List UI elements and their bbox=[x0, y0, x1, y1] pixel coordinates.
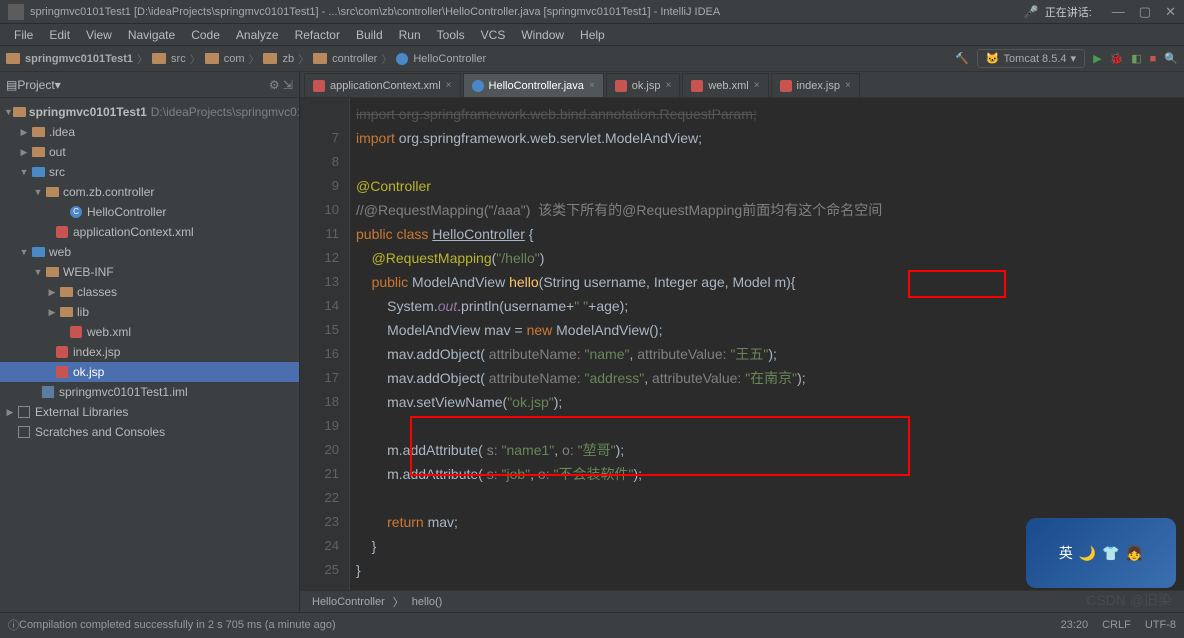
line-separator[interactable]: CRLF bbox=[1102, 619, 1131, 631]
tree-selected: ok.jsp bbox=[0, 362, 299, 382]
menu-navigate[interactable]: Navigate bbox=[122, 26, 181, 44]
code-content[interactable]: import org.springframework.web.bind.anno… bbox=[350, 98, 1184, 590]
debug-button[interactable]: 🐞 bbox=[1110, 52, 1124, 65]
breadcrumb-project[interactable]: springmvc0101Test1 bbox=[25, 53, 133, 65]
search-button[interactable]: 🔍 bbox=[1164, 52, 1178, 65]
tab-webxml[interactable]: web.xml× bbox=[682, 73, 768, 97]
caret-position[interactable]: 23:20 bbox=[1061, 619, 1089, 631]
app-icon bbox=[8, 4, 24, 20]
menu-file[interactable]: File bbox=[8, 26, 39, 44]
build-button[interactable]: 🔨 bbox=[955, 52, 969, 65]
menu-window[interactable]: Window bbox=[515, 26, 570, 44]
folder-icon bbox=[6, 53, 20, 64]
status-message: Compilation completed successfully in 2 … bbox=[19, 619, 1061, 631]
editor-breadcrumb[interactable]: HelloController〉hello() bbox=[300, 590, 1184, 612]
menu-edit[interactable]: Edit bbox=[43, 26, 76, 44]
tab-appcontext[interactable]: applicationContext.xml× bbox=[304, 73, 461, 97]
menu-build[interactable]: Build bbox=[350, 26, 389, 44]
menu-analyze[interactable]: Analyze bbox=[230, 26, 285, 44]
tomcat-icon: 🐱 bbox=[986, 52, 1000, 65]
menu-run[interactable]: Run bbox=[393, 26, 427, 44]
close-button[interactable]: ✕ bbox=[1165, 4, 1176, 20]
mic-icon: 🎤 bbox=[1024, 5, 1039, 19]
status-icon: ⓘ bbox=[8, 617, 19, 633]
menu-refactor[interactable]: Refactor bbox=[289, 26, 346, 44]
menu-tools[interactable]: Tools bbox=[431, 26, 471, 44]
window-title: springmvc0101Test1 [D:\ideaProjects\spri… bbox=[30, 6, 1024, 18]
menu-bar: File Edit View Navigate Code Analyze Ref… bbox=[0, 24, 1184, 46]
stop-button[interactable]: ■ bbox=[1150, 53, 1157, 65]
menu-help[interactable]: Help bbox=[574, 26, 611, 44]
code-editor[interactable]: 78910111213141516171819202122232425 impo… bbox=[300, 98, 1184, 590]
run-button[interactable]: ▶ bbox=[1093, 52, 1101, 65]
menu-view[interactable]: View bbox=[80, 26, 118, 44]
tab-indexjsp[interactable]: index.jsp× bbox=[771, 73, 860, 97]
status-bar: ⓘ Compilation completed successfully in … bbox=[0, 612, 1184, 636]
watermark: CSDN @旧染 bbox=[1086, 590, 1172, 610]
maximize-button[interactable]: ▢ bbox=[1139, 4, 1151, 20]
project-tool-window: ▤ Project ▾ ⚙ ⇲ ▼springmvc0101Test1D:\id… bbox=[0, 72, 300, 612]
menu-code[interactable]: Code bbox=[185, 26, 226, 44]
title-bar: springmvc0101Test1 [D:\ideaProjects\spri… bbox=[0, 0, 1184, 24]
minimize-button[interactable]: — bbox=[1112, 4, 1125, 20]
coverage-button[interactable]: ◧ bbox=[1131, 52, 1141, 65]
tab-okjsp[interactable]: ok.jsp× bbox=[606, 73, 681, 97]
project-tree[interactable]: ▼springmvc0101Test1D:\ideaProjects\sprin… bbox=[0, 98, 299, 612]
run-config-selector[interactable]: 🐱Tomcat 8.5.4▾ bbox=[977, 49, 1085, 68]
floating-widget[interactable]: 英🌙👕👧 bbox=[1026, 518, 1176, 588]
editor-tabs: applicationContext.xml× HelloController.… bbox=[300, 72, 1184, 98]
project-panel-header[interactable]: ▤ Project ▾ ⚙ ⇲ bbox=[0, 72, 299, 98]
breadcrumb[interactable]: springmvc0101Test1 〉src 〉com 〉zb 〉contro… bbox=[6, 51, 486, 67]
tab-hellocontroller[interactable]: HelloController.java× bbox=[463, 73, 604, 97]
navigation-bar: springmvc0101Test1 〉src 〉com 〉zb 〉contro… bbox=[0, 46, 1184, 72]
menu-vcs[interactable]: VCS bbox=[475, 26, 512, 44]
file-encoding[interactable]: UTF-8 bbox=[1145, 619, 1176, 631]
line-gutter[interactable]: 78910111213141516171819202122232425 bbox=[300, 98, 350, 590]
gear-icon[interactable]: ⚙ ⇲ bbox=[269, 78, 293, 92]
speaking-label: 正在讲话: bbox=[1045, 4, 1092, 20]
window-controls: — ▢ ✕ bbox=[1112, 4, 1176, 20]
